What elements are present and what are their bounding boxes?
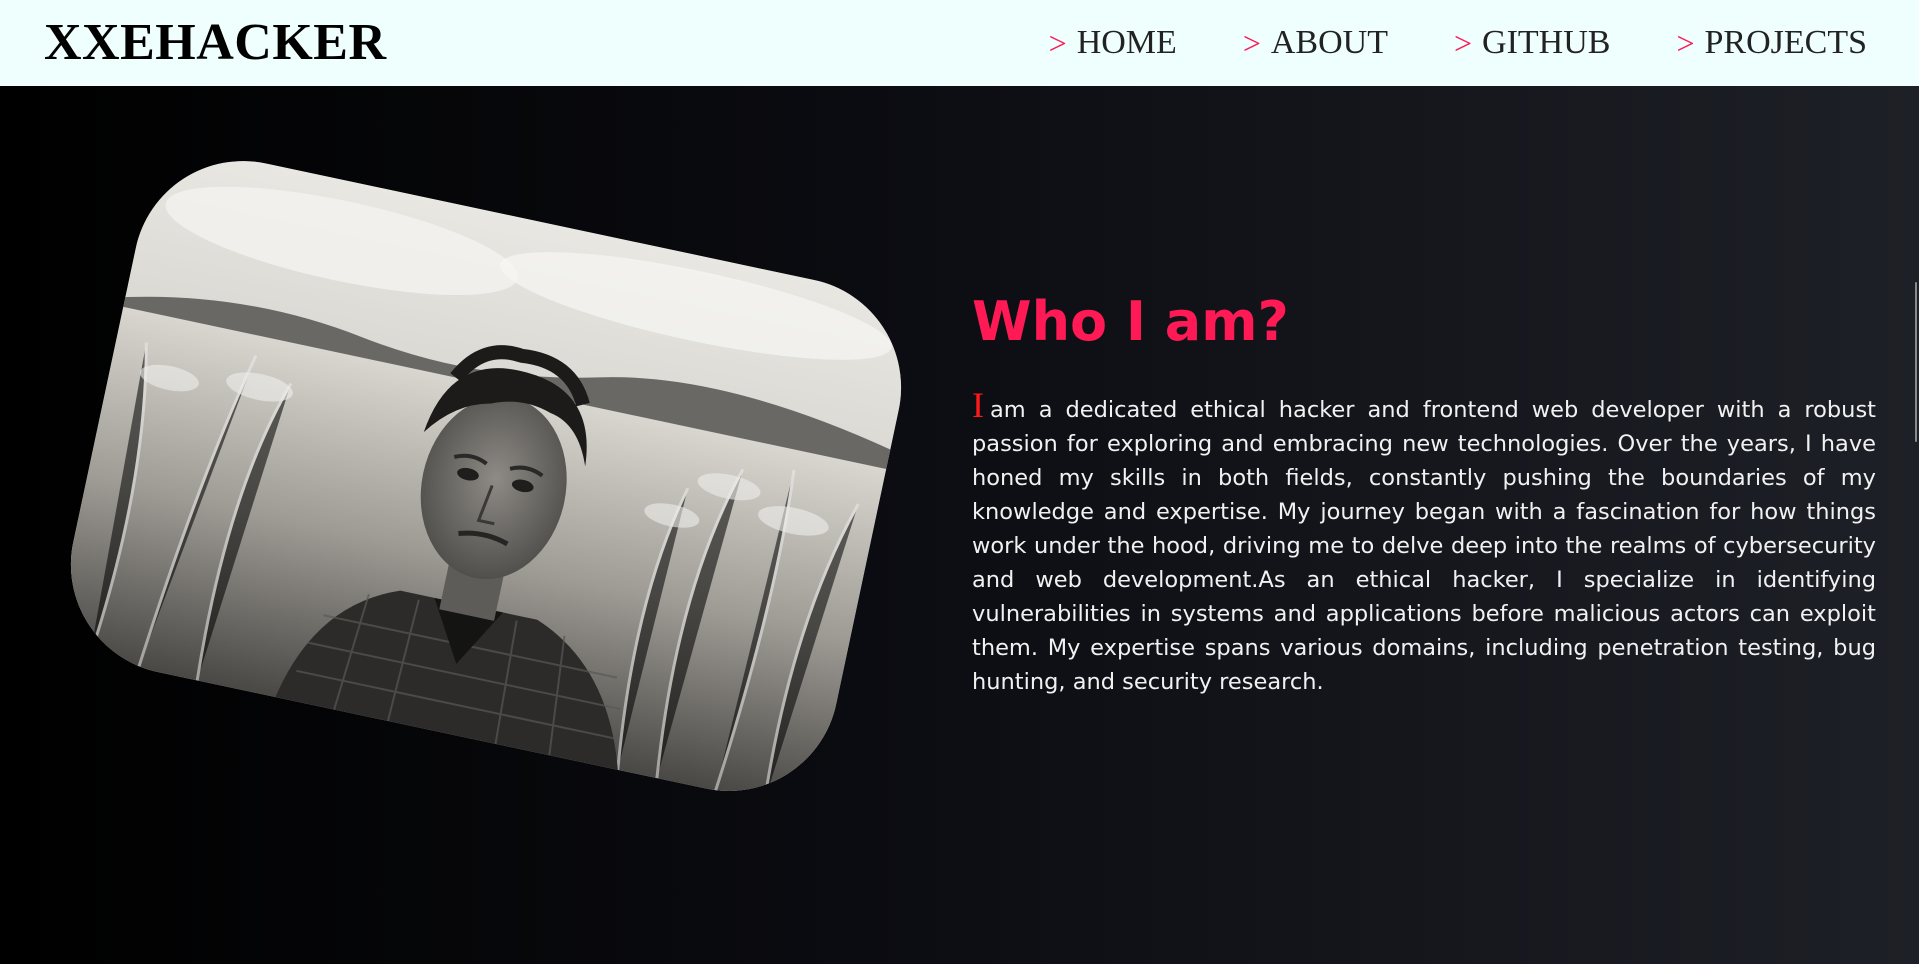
about-paragraph-text: am a dedicated ethical hacker and fronte… — [972, 397, 1876, 696]
profile-photo — [50, 140, 922, 812]
top-navbar: XXEHACKER > HOME > ABOUT > GITHUB > PROJ… — [0, 0, 1919, 86]
nav-projects-label: PROJECTS — [1704, 24, 1868, 61]
nav-links: > HOME > ABOUT > GITHUB > PROJECTS — [1049, 26, 1867, 60]
nav-github-label: GITHUB — [1482, 24, 1611, 61]
nav-about-link[interactable]: > ABOUT — [1243, 26, 1388, 60]
dropcap-letter: I — [972, 385, 984, 426]
nav-arrow-icon: > — [1453, 25, 1473, 61]
nav-home-link[interactable]: > HOME — [1049, 26, 1177, 60]
profile-photo-illustration — [50, 140, 922, 812]
about-content: Who I am? Iam a dedicated ethical hacker… — [972, 292, 1876, 699]
about-section: Who I am? Iam a dedicated ethical hacker… — [0, 86, 1919, 964]
nav-arrow-icon: > — [1676, 25, 1695, 61]
nav-about-label: ABOUT — [1270, 24, 1388, 61]
scrollbar-thumb[interactable] — [1915, 282, 1917, 442]
nav-projects-link[interactable]: > PROJECTS — [1676, 26, 1867, 60]
about-paragraph: Iam a dedicated ethical hacker and front… — [972, 387, 1876, 699]
brand-logo-text[interactable]: XXEHACKER — [44, 17, 387, 69]
nav-github-link[interactable]: > GITHUB — [1454, 26, 1610, 60]
about-heading: Who I am? — [972, 290, 1289, 353]
nav-home-label: HOME — [1076, 24, 1177, 61]
nav-arrow-icon: > — [1242, 25, 1261, 61]
nav-arrow-icon: > — [1048, 25, 1067, 61]
